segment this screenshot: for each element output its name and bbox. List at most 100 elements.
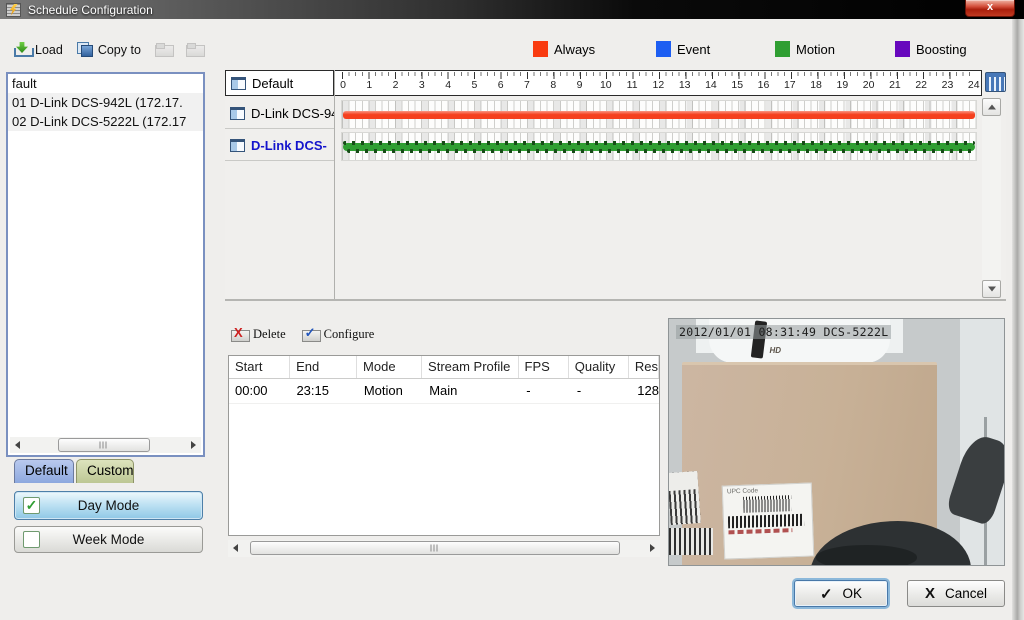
ok-button[interactable]: ✓ OK [794, 580, 888, 607]
delete-label: Delete [253, 327, 286, 342]
table-row[interactable]: 00:00 23:15 Motion Main - - 128 [229, 379, 659, 404]
schedule-table: Start End Mode Stream Profile FPS Qualit… [228, 355, 660, 536]
scroll-thumb[interactable] [250, 541, 620, 555]
preview-timestamp-overlay: 2012/01/01 08:31:49 DCS-5222L [676, 325, 891, 339]
schedule-window-icon [230, 107, 245, 120]
list-item[interactable]: 02 D-Link DCS-5222L (172.17 [8, 112, 203, 131]
title-bar[interactable]: Schedule Configuration [0, 0, 1024, 19]
calendar-grid-icon[interactable] [985, 72, 1006, 92]
scroll-right-arrow-icon[interactable] [191, 441, 196, 449]
schedule-configuration-dialog: Schedule Configuration x Load Copy to Al… [0, 0, 1024, 620]
timeline-track-camera2[interactable] [341, 132, 977, 161]
scroll-left-arrow-icon[interactable] [233, 544, 238, 552]
scroll-up-arrow-icon[interactable] [982, 98, 1001, 116]
ok-label: OK [843, 586, 863, 601]
hour-label: 0 [336, 79, 350, 91]
timeline-vertical-scrollbar[interactable] [982, 98, 1001, 298]
column-resolution[interactable]: Res [629, 356, 659, 378]
window-right-frame [1012, 19, 1024, 620]
configure-button[interactable]: Configure [302, 327, 375, 342]
preview-barcode2-icon [727, 514, 804, 529]
timeline-row-camera1[interactable]: D-Link DCS-94 [225, 99, 334, 129]
timeline-ruler: 0123456789101112131415161718192021222324 [334, 70, 982, 96]
column-end[interactable]: End [290, 356, 357, 378]
hour-label: 17 [783, 79, 797, 91]
hour-label: 14 [704, 79, 718, 91]
hour-label: 1 [362, 79, 376, 91]
delete-button[interactable]: Delete [231, 327, 286, 342]
top-toolbar: Load Copy to [14, 42, 203, 57]
cell-fps: - [520, 379, 571, 403]
always-schedule-bar[interactable] [343, 111, 975, 119]
preview-barcode-label-left2 [669, 528, 713, 555]
hour-label: 6 [494, 79, 508, 91]
hour-label: 21 [888, 79, 902, 91]
cell-mode: Motion [358, 379, 423, 403]
boosting-label: Boosting [916, 42, 967, 57]
motion-schedule-bar[interactable] [343, 143, 975, 151]
list-horizontal-scrollbar[interactable] [10, 437, 201, 453]
checked-checkbox-icon[interactable]: ✓ [23, 497, 40, 514]
week-mode-button[interactable]: Week Mode [14, 526, 203, 553]
hour-label: 23 [940, 79, 954, 91]
timeline-header-cell[interactable]: Default [225, 70, 334, 96]
timeline-panel: Default 01234567891011121314151617181920… [225, 70, 1006, 301]
preview-barcode-label-left [668, 471, 701, 525]
column-start[interactable]: Start [229, 356, 290, 378]
copy-to-label: Copy to [98, 43, 141, 57]
copy-to-button[interactable]: Copy to [77, 42, 141, 57]
cancel-button[interactable]: X Cancel [907, 580, 1005, 607]
column-stream-profile[interactable]: Stream Profile [422, 356, 518, 378]
close-button[interactable]: x [965, 0, 1015, 17]
table-horizontal-scrollbar[interactable] [228, 540, 660, 557]
tab-custom[interactable]: Custom [76, 459, 134, 483]
camera-list: fault 01 D-Link DCS-942L (172.17. 02 D-L… [6, 72, 205, 457]
copy-icon [77, 42, 93, 57]
scroll-right-arrow-icon[interactable] [650, 544, 655, 552]
hour-label: 3 [415, 79, 429, 91]
load-button[interactable]: Load [14, 42, 63, 57]
timeline-row-camera2-selected[interactable]: D-Link DCS- [225, 131, 334, 161]
schedule-toolbar: Delete Configure [231, 327, 374, 342]
hour-label: 2 [389, 79, 403, 91]
cell-start: 00:00 [229, 379, 290, 403]
cancel-label: Cancel [945, 586, 987, 601]
cross-icon: X [925, 585, 935, 602]
list-item[interactable]: fault [8, 74, 203, 93]
event-swatch [656, 41, 671, 57]
configure-icon [302, 328, 319, 342]
paste-icon[interactable] [155, 43, 172, 57]
day-mode-label: Day Mode [40, 498, 177, 513]
hour-label: 19 [835, 79, 849, 91]
hour-label: 7 [520, 79, 534, 91]
window-title: Schedule Configuration [28, 3, 153, 17]
column-mode[interactable]: Mode [357, 356, 422, 378]
paste-special-icon[interactable] [186, 43, 203, 57]
unchecked-checkbox-icon[interactable] [23, 531, 40, 548]
preview-label-redline [728, 528, 792, 534]
column-fps[interactable]: FPS [519, 356, 569, 378]
week-mode-label: Week Mode [40, 532, 177, 547]
timeline-track-camera1[interactable] [341, 100, 977, 129]
check-icon: ✓ [820, 585, 833, 603]
scroll-left-arrow-icon[interactable] [15, 441, 20, 449]
motion-label: Motion [796, 42, 835, 57]
cell-quality: - [571, 379, 631, 403]
configure-label: Configure [324, 327, 375, 342]
scroll-down-arrow-icon[interactable] [982, 280, 1001, 298]
cell-stream-profile: Main [423, 379, 520, 403]
list-item[interactable]: 01 D-Link DCS-942L (172.17. [8, 93, 203, 112]
cell-end: 23:15 [290, 379, 357, 403]
ruler-major-ticks [342, 72, 975, 79]
app-schedule-icon [6, 3, 21, 17]
hour-label: 9 [573, 79, 587, 91]
day-mode-button[interactable]: ✓ Day Mode [14, 491, 203, 520]
column-quality[interactable]: Quality [569, 356, 629, 378]
load-icon [14, 42, 30, 57]
preview-product-label: UPC Code [721, 482, 814, 559]
hour-label: 8 [546, 79, 560, 91]
tab-default[interactable]: Default [14, 459, 74, 483]
hour-label: 22 [914, 79, 928, 91]
scroll-thumb[interactable] [58, 438, 150, 452]
timeline-column-divider [334, 70, 335, 299]
